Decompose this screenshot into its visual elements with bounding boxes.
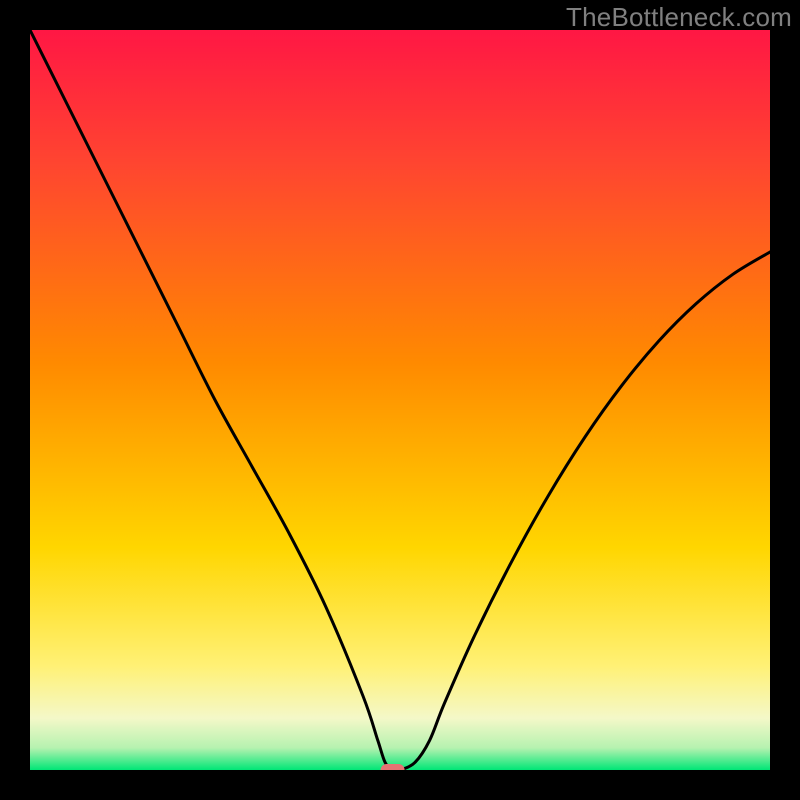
chart-svg bbox=[30, 30, 770, 770]
optimal-marker bbox=[381, 764, 405, 770]
watermark-text: TheBottleneck.com bbox=[566, 2, 792, 33]
chart-frame: TheBottleneck.com bbox=[0, 0, 800, 800]
gradient-background bbox=[30, 30, 770, 770]
plot-area bbox=[30, 30, 770, 770]
